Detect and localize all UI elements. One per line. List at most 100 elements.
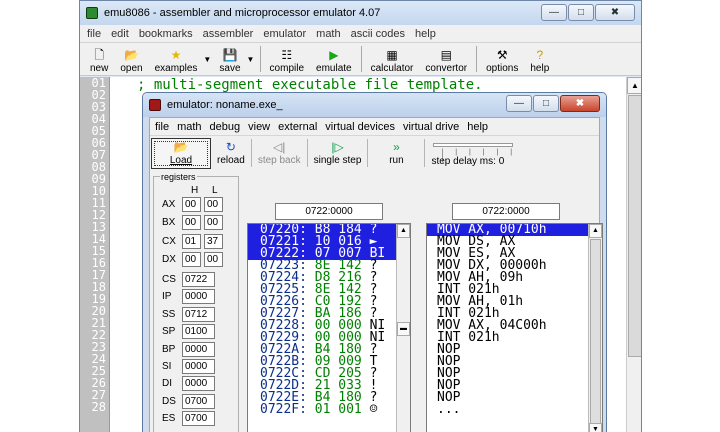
line-number-gutter: 01 02 03 04 05 06 07 08 09 10 11 12 13 14 15 16 17 18 19 20… (80, 77, 110, 432)
main-toolbar: 🗋 new 📂 open ★ examples ▼ 💾 save ▼ ☷ compile ▶ emulat… (80, 43, 641, 76)
menu-item-ascii-codes[interactable]: ascii codes (351, 28, 405, 40)
close-icon[interactable]: ✖ (595, 4, 635, 21)
register-row-bx: BX 00 00 (162, 215, 226, 231)
help-button[interactable]: ? help (524, 44, 555, 75)
save-button[interactable]: 💾 save (213, 44, 246, 75)
register-row-di: DI 0000 (162, 376, 215, 392)
editor-scroll-thumb[interactable] (628, 95, 641, 357)
register-bp-field[interactable]: 0000 (182, 341, 215, 357)
high-byte-header: H (191, 185, 199, 196)
register-cx-low-field[interactable]: 37 (204, 233, 223, 249)
menu-item-edit[interactable]: edit (111, 28, 129, 40)
disassembly-scroll-down-icon[interactable]: ▼ (589, 423, 602, 432)
save-dropdown-arrow-icon[interactable]: ▼ (247, 44, 257, 75)
code-comment-line[interactable]: ; multi-segment executable file template… (137, 77, 483, 93)
register-ax-high-field[interactable]: 00 (182, 197, 201, 212)
maximize-icon[interactable]: □ (568, 4, 594, 21)
register-ss-field[interactable]: 0712 (182, 306, 215, 322)
step-delay-slider[interactable]: | | | | | | | step delay ms: 0 (431, 138, 519, 169)
emulator-maximize-icon[interactable]: □ (533, 95, 559, 112)
memory-address-field[interactable]: 0722:0000 (275, 203, 383, 220)
emulator-menu-help[interactable]: help (467, 121, 488, 133)
editor-scrollbar[interactable]: ▲ (626, 77, 641, 432)
register-name: SP (162, 326, 176, 338)
disassembly-scrollbar[interactable]: ▲ ▼ (588, 224, 602, 432)
register-ax-low-field[interactable]: 00 (204, 197, 223, 212)
run-button[interactable]: » run (368, 138, 424, 169)
memory-scroll-thumb[interactable]: ▬ (397, 322, 410, 336)
emulator-close-icon[interactable]: ✖ (560, 95, 600, 112)
scroll-up-icon[interactable]: ▲ (627, 77, 641, 94)
calculator-button[interactable]: ▦ calculator (365, 44, 420, 75)
compile-button[interactable]: ☷ compile (264, 44, 310, 75)
emulator-menu-virtual-drive[interactable]: virtual drive (403, 121, 459, 133)
register-bx-high-field[interactable]: 00 (182, 215, 201, 231)
disassembly-row[interactable]: ... (427, 403, 602, 416)
register-sp-field[interactable]: 0100 (182, 324, 215, 340)
register-es-field[interactable]: 0700 (182, 411, 215, 427)
register-row-si: SI 0000 (162, 359, 215, 374)
minimize-icon[interactable]: — (541, 4, 567, 21)
register-row-bp: BP 0000 (162, 341, 215, 357)
step-back-icon: ◁| (273, 140, 286, 154)
convertor-button[interactable]: ▤ convertor (419, 44, 473, 75)
compile-label: compile (269, 63, 305, 74)
compile-icon: ☷ (281, 48, 293, 62)
new-button[interactable]: 🗋 new (84, 44, 114, 75)
register-bx-low-field[interactable]: 00 (204, 215, 223, 231)
register-cs-field[interactable]: 0722 (182, 272, 215, 287)
emulator-menu-file[interactable]: file (155, 121, 169, 133)
emulator-title-bar[interactable]: emulator: noname.exe_ — □ ✖ (143, 93, 606, 117)
single-step-button[interactable]: |▷ single step (308, 138, 368, 169)
emulator-menu-external[interactable]: external (278, 121, 317, 133)
menu-item-assembler[interactable]: assembler (203, 28, 254, 40)
memory-list[interactable]: 07220: B8 184 ? 07221: 10 016 ► 07222: 07 … (247, 223, 411, 432)
disassembly-scroll-thumb[interactable] (590, 239, 601, 432)
register-di-field[interactable]: 0000 (182, 376, 215, 392)
examples-dropdown-arrow-icon[interactable]: ▼ (203, 44, 213, 75)
register-dx-high-field[interactable]: 00 (182, 251, 201, 267)
disassembly-address-field[interactable]: 0722:0000 (452, 203, 560, 220)
disassembly-list[interactable]: MOV AX, 00710h MOV DS, AX MOV ES, AX MOV DX… (426, 223, 603, 432)
main-title-bar[interactable]: emu8086 - assembler and microprocessor e… (80, 1, 641, 25)
register-cx-high-field[interactable]: 01 (182, 233, 201, 249)
star-icon: ★ (170, 48, 182, 62)
memory-dec-value: 001 (338, 402, 362, 417)
register-name: SS (162, 308, 176, 320)
memory-list-scrollbar[interactable]: ▲ ▬ (396, 224, 410, 432)
register-name: ES (162, 413, 176, 425)
toolbar-divider (476, 46, 478, 72)
disassembly-scroll-up-icon[interactable]: ▲ (589, 224, 602, 238)
emulator-menu-debug[interactable]: debug (210, 121, 241, 133)
menu-item-emulator[interactable]: emulator (263, 28, 306, 40)
emulator-window: emulator: noname.exe_ — □ ✖ file math debu… (142, 92, 607, 432)
menu-item-help[interactable]: help (415, 28, 436, 40)
memory-scroll-up-icon[interactable]: ▲ (397, 224, 410, 238)
reload-button[interactable]: ↻ reload (211, 138, 251, 169)
emulate-button[interactable]: ▶ emulate (310, 44, 358, 75)
load-button[interactable]: 📂 Load (151, 137, 211, 169)
emulator-menu-virtual-devices[interactable]: virtual devices (325, 121, 395, 133)
register-row-cx: CX 01 37 (162, 233, 226, 249)
options-button[interactable]: ⚒ options (480, 44, 524, 75)
menu-item-file[interactable]: file (87, 28, 101, 40)
register-ip-field[interactable]: 0000 (182, 289, 215, 305)
examples-button[interactable]: ★ examples (149, 44, 204, 75)
register-ds-field[interactable]: 0700 (182, 393, 215, 409)
step-delay-track[interactable] (433, 142, 514, 147)
emulate-label: emulate (316, 63, 352, 74)
run-icon: » (393, 140, 400, 154)
step-back-button[interactable]: ◁| step back (252, 138, 307, 169)
memory-row[interactable]: 0722F: 01 001 ☺ (248, 402, 410, 417)
emu8086-app-icon (86, 7, 98, 19)
emulator-minimize-icon[interactable]: — (506, 95, 532, 112)
open-button[interactable]: 📂 open (114, 44, 148, 75)
menu-item-math[interactable]: math (316, 28, 340, 40)
menu-item-bookmarks[interactable]: bookmarks (139, 28, 193, 40)
memory-char-value: ☺ (369, 402, 378, 417)
emulator-menu-math[interactable]: math (177, 121, 201, 133)
emulator-menu-view[interactable]: view (248, 121, 270, 133)
register-dx-low-field[interactable]: 00 (204, 251, 223, 267)
toolbar-divider (259, 46, 261, 72)
register-si-field[interactable]: 0000 (182, 359, 215, 374)
